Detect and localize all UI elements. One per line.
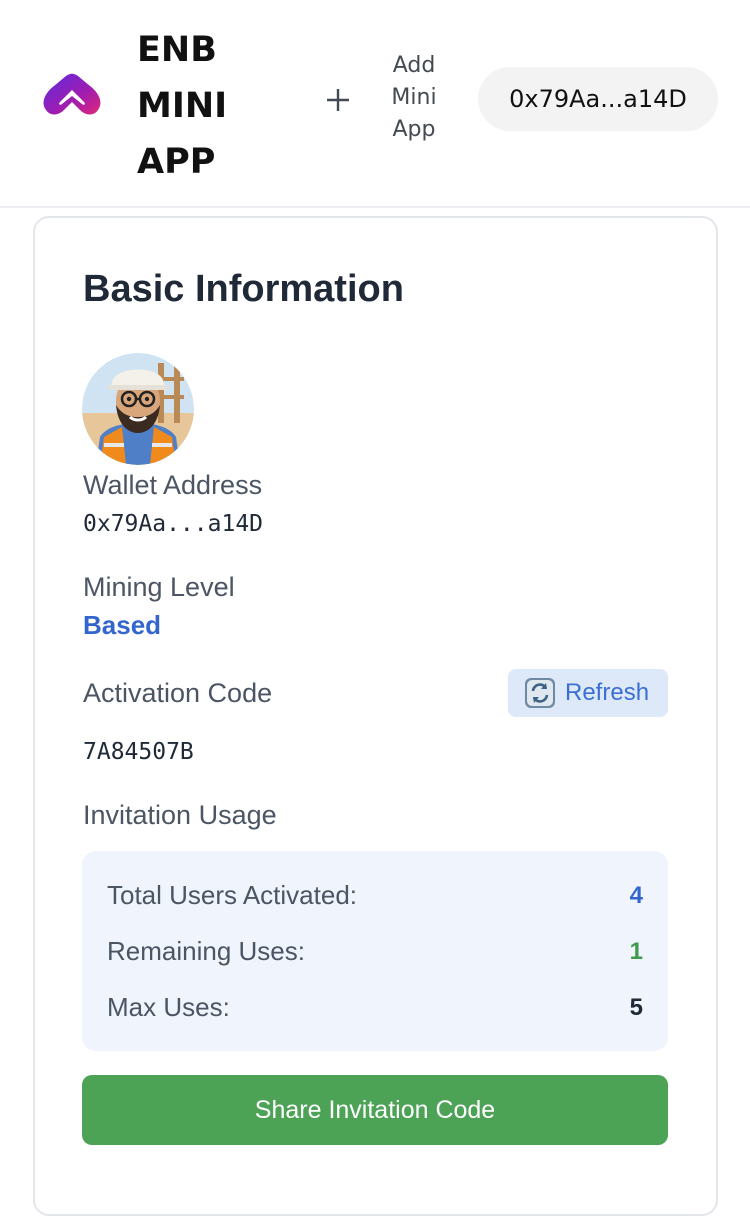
app-header: ENB MINI APP Add Mini App 0x79Aa...a14D xyxy=(0,0,750,208)
wallet-address-label: Wallet Address xyxy=(83,470,263,500)
total-users-activated-label: Total Users Activated: xyxy=(107,880,357,910)
max-uses-label: Max Uses: xyxy=(107,992,230,1022)
refresh-button[interactable]: Refresh xyxy=(508,669,668,717)
max-uses-value: 5 xyxy=(629,994,643,1021)
miner-avatar xyxy=(82,353,194,465)
activation-code-label: Activation Code xyxy=(83,678,273,708)
card-title: Basic Information xyxy=(83,268,404,310)
wallet-address-button[interactable]: 0x79Aa...a14D xyxy=(478,67,718,131)
invitation-usage-label: Invitation Usage xyxy=(83,800,277,830)
mining-level-value: Based xyxy=(83,610,162,640)
remaining-uses-label: Remaining Uses: xyxy=(107,936,305,966)
activation-code-value: 7A84507B xyxy=(83,739,194,765)
enb-logo-icon xyxy=(43,73,101,115)
refresh-icon xyxy=(525,678,555,708)
mining-level-label: Mining Level xyxy=(83,572,235,602)
app-title: ENB MINI APP xyxy=(137,30,228,182)
plus-icon[interactable] xyxy=(322,84,354,116)
remaining-uses-value: 1 xyxy=(629,938,643,965)
share-invitation-code-button[interactable]: Share Invitation Code xyxy=(82,1075,668,1145)
refresh-label: Refresh xyxy=(565,679,650,706)
add-mini-app-button[interactable]: Add Mini App xyxy=(378,50,450,146)
wallet-address-value: 0x79Aa...a14D xyxy=(83,511,264,537)
invitation-usage-panel: Total Users Activated: 4 Remaining Uses:… xyxy=(82,851,668,1051)
total-users-activated-value: 4 xyxy=(629,882,643,909)
